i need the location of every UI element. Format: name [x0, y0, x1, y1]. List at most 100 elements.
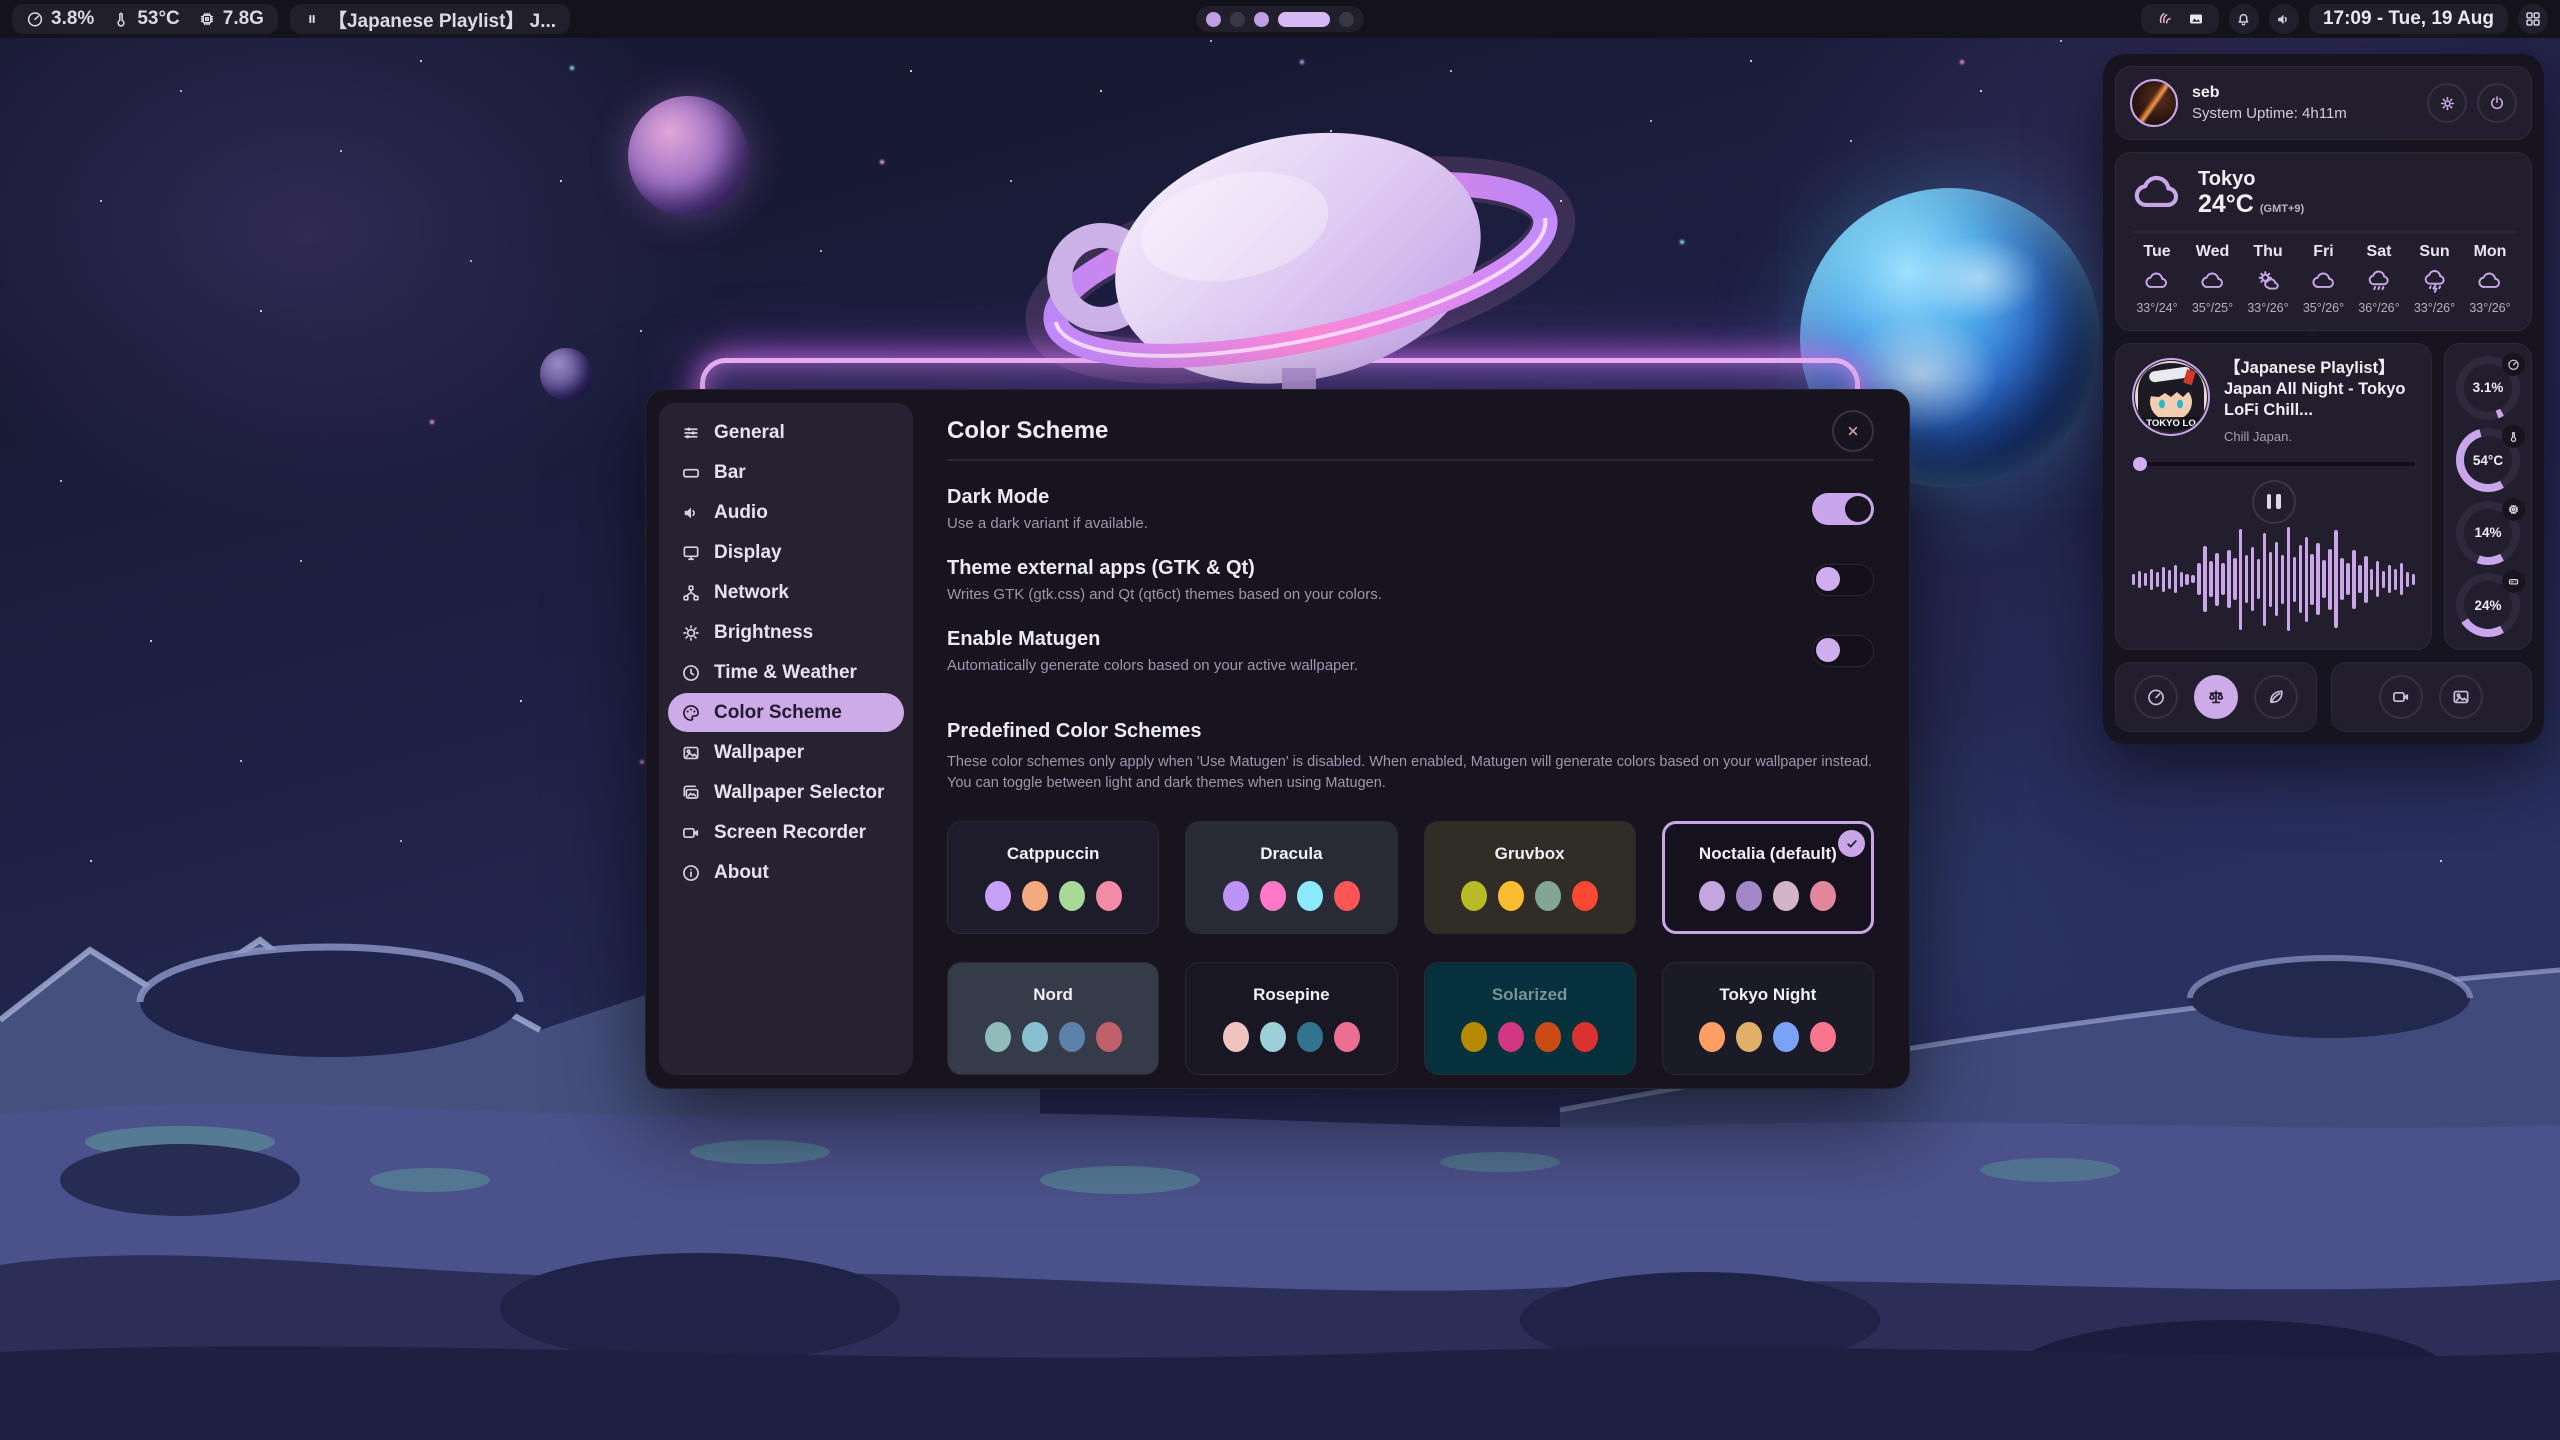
workspace-dot-5[interactable] — [1339, 12, 1354, 27]
notifications-button[interactable] — [2229, 4, 2259, 34]
color-swatch — [1260, 881, 1286, 911]
profile-performance-button[interactable] — [2134, 675, 2178, 719]
sidebar-item-label: Bar — [714, 462, 746, 484]
settings-window: General Bar Audio Display NetworkBrightness T… — [645, 389, 1910, 1089]
sidebar-item-audio[interactable]: Audio — [668, 493, 904, 532]
sidebar-item-about[interactable]: About — [668, 853, 904, 892]
sidebar-item-wallpaper[interactable]: Wallpaper — [668, 733, 904, 772]
settings-button[interactable] — [2427, 83, 2467, 123]
color-swatch — [1223, 1022, 1249, 1052]
panel-icon — [681, 463, 701, 483]
power-profiles-card — [2115, 662, 2317, 732]
cpu-usage-value: 3.8% — [51, 8, 94, 30]
profile-power-saver-button[interactable] — [2254, 675, 2298, 719]
chip-icon — [2502, 498, 2525, 521]
toggle-switch[interactable] — [1812, 564, 1874, 596]
scheme-card-gruvbox[interactable]: Gruvbox — [1424, 821, 1636, 934]
progress-bar[interactable] — [2132, 462, 2415, 466]
toggle-switch[interactable] — [1812, 635, 1874, 667]
close-button[interactable] — [1832, 410, 1874, 452]
tray-app-icon[interactable] — [2155, 10, 2173, 28]
media-pill[interactable]: 【Japanese Playlist】 J... — [290, 4, 570, 34]
workspace-dot-1[interactable] — [1206, 12, 1221, 27]
color-swatch — [1022, 881, 1048, 911]
toggle-row: Dark ModeUse a dark variant if available… — [947, 486, 1874, 532]
sidebar-item-label: Time & Weather — [714, 662, 857, 684]
color-swatch — [1810, 881, 1836, 911]
purple-planet — [628, 96, 748, 216]
toggle-title: Enable Matugen — [947, 628, 1358, 651]
forecast-temps: 33°/26° — [2469, 301, 2510, 315]
sidebar-item-wallpaper-selector[interactable]: Wallpaper Selector — [668, 773, 904, 812]
sidebar-item-label: Display — [714, 542, 782, 564]
workspace-dot-2[interactable] — [1230, 12, 1245, 27]
clock-icon — [681, 663, 701, 683]
toggle-switch[interactable] — [1812, 493, 1874, 525]
color-swatch — [1535, 1022, 1561, 1052]
uptime-label: System Uptime: 4h11m — [2192, 105, 2347, 122]
sidebar-item-network[interactable]: Network — [668, 573, 904, 612]
toggle-title: Theme external apps (GTK & Qt) — [947, 557, 1382, 580]
color-swatch — [1572, 881, 1598, 911]
sidebar-item-color-scheme[interactable]: Color Scheme — [668, 693, 904, 732]
cpu-usage-stat: 3.8% — [26, 8, 94, 30]
wallpaper-button[interactable] — [2439, 675, 2483, 719]
small-planet — [540, 348, 592, 400]
screen-record-button[interactable] — [2379, 675, 2423, 719]
sidebar-item-display[interactable]: Display — [668, 533, 904, 572]
gauge-speedometer: 3.1% — [2456, 356, 2520, 420]
workspace-dot-4[interactable] — [1278, 12, 1330, 27]
track-artist: Chill Japan. — [2224, 429, 2415, 444]
color-swatch — [1260, 1022, 1286, 1052]
color-swatch — [1773, 881, 1799, 911]
weather-temp: 24°C — [2198, 190, 2254, 219]
forecast-day-name: Mon — [2474, 243, 2507, 261]
pause-button[interactable] — [2252, 480, 2296, 524]
album-art[interactable]: TOKYO LO — [2132, 358, 2210, 436]
color-swatch — [1096, 1022, 1122, 1052]
scheme-name: Catppuccin — [1007, 844, 1100, 864]
scheme-name: Solarized — [1492, 985, 1568, 1005]
forecast-day: Mon 33°/26° — [2465, 243, 2515, 315]
suncloud-icon — [2255, 268, 2281, 294]
selected-check-icon — [1838, 830, 1865, 857]
scheme-card-rosepine[interactable]: Rosepine — [1185, 962, 1397, 1075]
sidebar-item-screen-recorder[interactable]: Screen Recorder — [668, 813, 904, 852]
sidebar-item-general[interactable]: General — [668, 413, 904, 452]
sidebar-item-brightness[interactable]: Brightness — [668, 613, 904, 652]
memory-stat: 7.8G — [198, 8, 264, 30]
weather-card: Tokyo 24°C (GMT+9) Tue33°/24°Wed35°/25°T… — [2115, 152, 2532, 331]
scheme-card-dracula[interactable]: Dracula — [1185, 821, 1397, 934]
scheme-name: Rosepine — [1253, 985, 1330, 1005]
scheme-card-noctalia-default-[interactable]: Noctalia (default) — [1662, 821, 1874, 934]
scheme-card-catppuccin[interactable]: Catppuccin — [947, 821, 1159, 934]
scheme-card-nord[interactable]: Nord — [947, 962, 1159, 1075]
thermometer-icon — [112, 10, 130, 28]
forecast-temps: 35°/26° — [2303, 301, 2344, 315]
volume-button[interactable] — [2269, 4, 2299, 34]
sidebar-item-time-weather[interactable]: Time & Weather — [668, 653, 904, 692]
clock-pill[interactable]: 17:09 - Tue, 19 Aug — [2309, 4, 2508, 34]
imageselect-icon — [681, 783, 701, 803]
utilities-card — [2331, 662, 2533, 732]
sidebar-item-bar[interactable]: Bar — [668, 453, 904, 492]
system-stats-pill[interactable]: 3.8% 53°C 7.8G — [12, 4, 278, 34]
workspace-dot-3[interactable] — [1254, 12, 1269, 27]
wallpaper-pic-icon[interactable] — [2187, 10, 2205, 28]
user-card: seb System Uptime: 4h11m — [2115, 66, 2532, 140]
pause-icon — [304, 11, 320, 27]
color-swatch — [1498, 881, 1524, 911]
album-art-label: TOKYO LO — [2146, 418, 2195, 429]
scheme-name: Noctalia (default) — [1699, 844, 1837, 864]
forecast-day-name: Tue — [2143, 243, 2170, 261]
power-button[interactable] — [2477, 83, 2517, 123]
avatar[interactable] — [2130, 79, 2178, 127]
launcher-button[interactable] — [2518, 4, 2548, 34]
scheme-card-tokyo-night[interactable]: Tokyo Night — [1662, 962, 1874, 1075]
chip-icon — [198, 10, 216, 28]
system-gauges-card: 3.1%54°C14%24% — [2444, 343, 2532, 651]
profile-balanced-button[interactable] — [2194, 675, 2238, 719]
network-icon — [681, 583, 701, 603]
scheme-card-solarized[interactable]: Solarized — [1424, 962, 1636, 1075]
progress-knob[interactable] — [2133, 457, 2147, 471]
